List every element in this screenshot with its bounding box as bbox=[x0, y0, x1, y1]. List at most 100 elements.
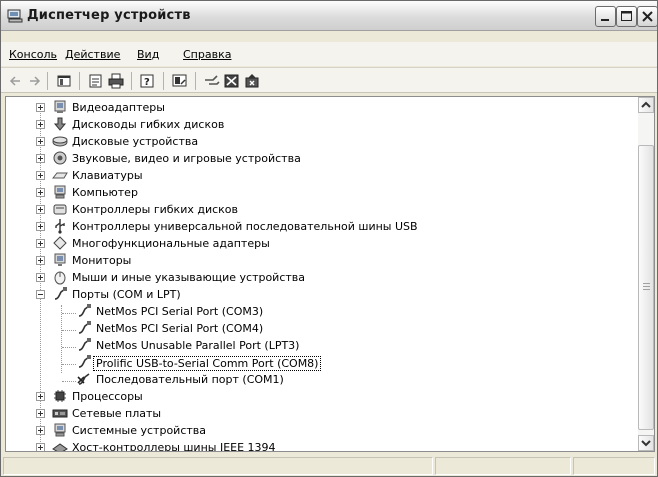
system-device-icon bbox=[54, 423, 66, 437]
computer-icon bbox=[54, 185, 66, 199]
tree-item-system-devices[interactable]: Системные устройства bbox=[6, 422, 606, 439]
processor-icon bbox=[54, 390, 66, 402]
update-driver-icon[interactable] bbox=[203, 72, 221, 90]
mouse-icon bbox=[54, 271, 66, 285]
port-icon bbox=[78, 355, 91, 368]
tree-item-processors[interactable]: Процессоры bbox=[6, 388, 606, 405]
expand-toggle[interactable] bbox=[36, 239, 45, 248]
tree-item-label-selected: Prolific USB-to-Serial Comm Port (COM8) bbox=[93, 356, 322, 371]
toolbar-separator bbox=[47, 72, 48, 90]
chevron-down-icon bbox=[641, 440, 651, 447]
minimize-button[interactable] bbox=[595, 6, 616, 27]
floppy-drive-icon bbox=[53, 117, 67, 131]
help-icon[interactable]: ? bbox=[139, 72, 157, 90]
tree-item-port-lpt3[interactable]: NetMos Unusable Parallel Port (LPT3) bbox=[6, 337, 606, 354]
scrollbar-grip bbox=[643, 283, 650, 284]
scrollbar-thumb[interactable] bbox=[638, 145, 654, 430]
menu-console[interactable]: Консоль bbox=[9, 48, 57, 61]
expand-toggle[interactable] bbox=[36, 205, 45, 214]
expand-toggle[interactable] bbox=[36, 188, 45, 197]
network-adapter-icon bbox=[52, 409, 68, 418]
disable-icon[interactable] bbox=[223, 72, 241, 90]
port-icon bbox=[54, 287, 67, 300]
scrollbar-grip bbox=[643, 286, 650, 287]
expand-toggle[interactable] bbox=[36, 392, 45, 401]
forward-icon[interactable] bbox=[25, 72, 43, 90]
tree-item-computer[interactable]: Компьютер bbox=[6, 184, 606, 201]
toolbar-separator bbox=[163, 72, 164, 90]
expand-toggle[interactable] bbox=[36, 443, 45, 451]
expand-toggle[interactable] bbox=[36, 171, 45, 180]
expand-toggle[interactable] bbox=[36, 409, 45, 418]
port-icon bbox=[78, 321, 91, 334]
multifunction-adapter-icon bbox=[53, 236, 67, 250]
tree-item-label: Дисковые устройства bbox=[72, 135, 199, 148]
tree-item-label: Клавиатуры bbox=[72, 169, 143, 182]
expand-toggle[interactable] bbox=[36, 256, 45, 265]
print-icon[interactable] bbox=[107, 72, 125, 90]
tree-item-mice[interactable]: Мыши и иные указывающие устройства bbox=[6, 269, 606, 286]
close-button[interactable] bbox=[637, 6, 658, 27]
tree-item-floppy-drives[interactable]: Дисководы гибких дисков bbox=[6, 116, 606, 133]
tree-item-label: Звуковые, видео и игровые устройства bbox=[72, 152, 301, 165]
tree-item-video-adapters[interactable]: Видеоадаптеры bbox=[6, 99, 606, 116]
close-icon bbox=[642, 11, 653, 22]
tree-item-usb-controllers[interactable]: Контроллеры универсальной последовательн… bbox=[6, 218, 606, 235]
expand-toggle[interactable] bbox=[36, 273, 45, 282]
tree-item-label: Хост-контроллеры шины IEEE 1394 bbox=[72, 441, 276, 451]
toolbar-separator bbox=[195, 72, 196, 90]
maximize-icon bbox=[621, 11, 632, 21]
console-tree-icon[interactable] bbox=[55, 72, 73, 90]
tree-item-port-com3[interactable]: NetMos PCI Serial Port (COM3) bbox=[6, 303, 606, 320]
menu-action[interactable]: Действие bbox=[65, 48, 120, 61]
tree-item-port-com8[interactable]: Prolific USB-to-Serial Comm Port (COM8) bbox=[6, 354, 606, 371]
tree-item-keyboards[interactable]: Клавиатуры bbox=[6, 167, 606, 184]
serial-port-warning-icon bbox=[77, 373, 90, 385]
tree-item-label: Мониторы bbox=[72, 254, 132, 267]
tree-item-multifunction-adapters[interactable]: Многофункциональные адаптеры bbox=[6, 235, 606, 252]
back-icon[interactable] bbox=[7, 72, 25, 90]
maximize-button[interactable] bbox=[616, 6, 637, 27]
tree-item-sound-devices[interactable]: Звуковые, видео и игровые устройства bbox=[6, 150, 606, 167]
menu-help[interactable]: Справка bbox=[183, 48, 231, 61]
toolbar-separator bbox=[131, 72, 132, 90]
tree-item-label: Контроллеры универсальной последовательн… bbox=[72, 220, 418, 233]
tree-item-port-com1[interactable]: Последовательный порт (COM1) bbox=[6, 371, 606, 388]
tree-item-label: Контроллеры гибких дисков bbox=[72, 203, 239, 216]
title-bar[interactable]: Диспетчер устройств bbox=[1, 1, 658, 31]
device-tree-panel: Видеоадаптеры Дисководы гибких дисков Ди… bbox=[5, 96, 655, 452]
status-pane bbox=[435, 457, 571, 475]
uninstall-icon[interactable] bbox=[243, 72, 261, 90]
tree-item-label: Многофункциональные адаптеры bbox=[72, 237, 270, 250]
scroll-up-button[interactable] bbox=[638, 97, 654, 113]
expand-toggle[interactable] bbox=[36, 120, 45, 129]
device-tree[interactable]: Видеоадаптеры Дисководы гибких дисков Ди… bbox=[6, 97, 638, 451]
expand-toggle[interactable] bbox=[36, 222, 45, 231]
expand-toggle[interactable] bbox=[36, 154, 45, 163]
tree-item-monitors[interactable]: Мониторы bbox=[6, 252, 606, 269]
expand-toggle[interactable] bbox=[36, 426, 45, 435]
tree-item-label: Сетевые платы bbox=[72, 407, 162, 420]
floppy-controller-icon bbox=[53, 204, 67, 215]
tree-item-label: NetMos Unusable Parallel Port (LPT3) bbox=[96, 339, 300, 352]
tree-item-ieee1394-controllers[interactable]: Хост-контроллеры шины IEEE 1394 bbox=[6, 439, 606, 451]
tree-item-disk-drives[interactable]: Дисковые устройства bbox=[6, 133, 606, 150]
expand-toggle[interactable] bbox=[36, 137, 45, 146]
status-bar bbox=[1, 455, 657, 476]
tree-item-ports[interactable]: Порты (COM и LPT) bbox=[6, 286, 606, 303]
scan-hardware-icon[interactable] bbox=[171, 72, 189, 90]
tree-item-label: Дисководы гибких дисков bbox=[72, 118, 225, 131]
scroll-down-button[interactable] bbox=[638, 435, 654, 451]
tree-item-port-com4[interactable]: NetMos PCI Serial Port (COM4) bbox=[6, 320, 606, 337]
vertical-scrollbar[interactable] bbox=[638, 97, 654, 451]
svg-text:?: ? bbox=[144, 77, 150, 88]
tree-item-network-adapters[interactable]: Сетевые платы bbox=[6, 405, 606, 422]
tree-item-floppy-controllers[interactable]: Контроллеры гибких дисков bbox=[6, 201, 606, 218]
menu-view[interactable]: Вид bbox=[137, 48, 159, 61]
tree-item-label: Мыши и иные указывающие устройства bbox=[72, 271, 306, 284]
properties-icon[interactable] bbox=[87, 72, 105, 90]
disk-drive-icon bbox=[52, 136, 68, 147]
collapse-toggle[interactable] bbox=[36, 290, 45, 299]
keyboard-icon bbox=[52, 172, 68, 179]
expand-toggle[interactable] bbox=[36, 103, 45, 112]
